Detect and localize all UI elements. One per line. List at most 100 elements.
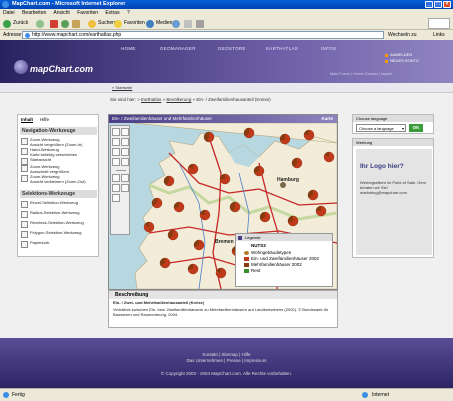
back-button[interactable]: Zurück — [3, 19, 28, 28]
map-title-bar: Ein- / Zweifamilienhäuser und Mehrfamili… — [109, 115, 337, 123]
trash-icon — [21, 241, 28, 248]
language-panel: Choose language Choose a language ▾ OK — [352, 114, 434, 134]
ad-box[interactable]: Ihr Logo hier? Werbegrafiken im Point of… — [356, 149, 432, 255]
refresh-button[interactable] — [61, 19, 69, 28]
legend-swatch-mfh — [244, 262, 249, 267]
map-zoom-in-button[interactable] — [112, 128, 120, 136]
trash-tool[interactable]: Papierkorb — [21, 240, 97, 248]
map-tab-karte[interactable]: Karte — [321, 115, 333, 123]
map-canvas[interactable]: Hamburg Bremen Legende NUTS3 Wohngebäude… — [109, 123, 337, 289]
description-body: Verhältnis zwischen Ein- bzw. Zweifamili… — [113, 307, 329, 317]
map-select-button[interactable] — [112, 174, 120, 182]
legend-icon — [238, 235, 242, 240]
ie-icon — [2, 1, 9, 8]
footer-links-2[interactable]: Das Unternehmen | Presse | Impressum — [0, 358, 453, 363]
mail-button[interactable] — [184, 19, 192, 28]
menu-file[interactable]: Datei — [3, 10, 15, 16]
back-arrow-icon — [3, 19, 11, 28]
search-button[interactable]: Suchen — [88, 19, 115, 28]
sub-navigation: » Startseite — [0, 83, 453, 93]
menu-help[interactable]: ? — [127, 10, 130, 16]
language-label: Choose language — [353, 115, 433, 122]
breadcrumb-bevoelkerung[interactable]: Bevölkerung — [166, 97, 191, 102]
home-breadcrumb-link[interactable]: » Startseite — [112, 85, 132, 90]
radius-selection-tool[interactable]: Radius-Selektion-Werkzeug — [21, 210, 97, 218]
map-radius-button[interactable] — [121, 174, 129, 182]
window-title-bar: MapChart.com - Microsoft Internet Explor… — [0, 0, 453, 9]
nav-infos[interactable]: INFOS — [321, 46, 336, 51]
rectangle-selection-tool[interactable]: Rechteck-Selektion-Werkzeug — [21, 220, 97, 228]
legend-heading: Wohngebäudetypen — [244, 250, 291, 255]
print-button[interactable] — [196, 19, 204, 28]
links-button[interactable]: Links — [433, 30, 445, 40]
mail-icon — [184, 19, 192, 28]
stop-button[interactable] — [50, 19, 58, 28]
map-zoom-out-button[interactable] — [121, 138, 129, 146]
zoom-in-tool[interactable]: Zoom-Werkzeug Ansicht vergrößern (Zoom-In… — [21, 137, 97, 147]
zoom-area-tool[interactable]: Zoom-Werkzeug Ausschnitt vergrößern — [21, 164, 97, 174]
zoom-out-tool[interactable]: Zoom-Werkzeug Ansicht verkleinern (Zoom-O… — [21, 174, 97, 184]
nav-home[interactable]: HOME — [121, 46, 136, 51]
address-input[interactable]: http://www.mapchart.com/earthatlas.php — [22, 31, 384, 39]
top-meta-links[interactable]: Main Forum | Home Contact | Imprint — [330, 72, 392, 76]
nav-earthatlas[interactable]: EARTHATLAS — [266, 46, 298, 51]
ad-panel: Werbung Ihr Logo hier? Werbegrafiken im … — [352, 138, 434, 258]
language-ok-button[interactable]: OK — [409, 124, 423, 132]
forward-button[interactable] — [36, 19, 44, 28]
new-account-link[interactable]: NEUES KONTO — [384, 58, 434, 64]
legend-item-efh: Ein- und Zweifamilienhäuser 2002 — [244, 256, 319, 261]
description-panel: Beschreibung Ein- / Zwei- und Mehrfamili… — [108, 290, 338, 328]
history-button[interactable] — [172, 19, 180, 28]
menu-view[interactable]: Ansicht — [53, 10, 69, 16]
nav-geostore[interactable]: GEOSTORE — [218, 46, 246, 51]
nav-geomanager[interactable]: GEOMANAGER — [160, 46, 196, 51]
page-icon — [25, 33, 30, 38]
ad-label: Werbung — [353, 139, 433, 146]
refresh-icon — [61, 19, 69, 28]
breadcrumb: Sie sind hier: » Earthatlas » Bevölkerun… — [110, 97, 271, 102]
menu-edit[interactable]: Bearbeiten — [22, 10, 46, 16]
menu-favorites[interactable]: Favoriten — [77, 10, 98, 16]
media-icon — [146, 19, 154, 28]
ad-headline: Ihr Logo hier? — [360, 163, 404, 170]
map-polygon-button[interactable] — [121, 184, 129, 192]
radius-icon — [21, 211, 28, 218]
map-trash-button[interactable] — [112, 194, 120, 202]
internet-zone-icon — [362, 392, 368, 398]
tab-hilfe[interactable]: Hilfe — [40, 117, 49, 122]
close-button[interactable]: × — [443, 1, 451, 8]
favorites-button[interactable]: Favoriten — [114, 19, 145, 28]
breadcrumb-earthatlas[interactable]: Earthatlas — [141, 97, 161, 102]
menu-bar: Datei Bearbeiten Ansicht Favoriten Extra… — [0, 9, 453, 17]
star-icon — [114, 19, 122, 28]
site-logo[interactable]: mapChart.com — [30, 64, 93, 74]
map-zoom-area-button[interactable] — [112, 138, 120, 146]
zoom-out-icon — [21, 175, 28, 182]
footer-links-1[interactable]: Kontakt | Sitemap | Hilfe — [0, 352, 453, 357]
map-home-button[interactable] — [112, 148, 120, 156]
map-search-button[interactable] — [112, 158, 120, 166]
history-icon — [172, 19, 180, 28]
home-button[interactable] — [72, 19, 80, 28]
language-select[interactable]: Choose a language ▾ — [356, 124, 406, 132]
map-rect-button[interactable] — [112, 184, 120, 192]
map-info-button[interactable] — [121, 148, 129, 156]
description-heading: Ein- / Zwei- und Mehrfamilienhausanteil … — [113, 300, 205, 305]
start-view-tool[interactable]: Startansicht — [21, 157, 97, 165]
minimize-button[interactable]: _ — [425, 1, 433, 8]
go-button[interactable]: Wechseln zu — [388, 30, 417, 40]
toolbar: Zurück Suchen Favoriten Medien — [0, 17, 453, 30]
tab-inhalt[interactable]: Inhalt — [21, 117, 33, 122]
hand-tool[interactable]: Hand-Werkzeug Karte beliebig verschieben — [21, 147, 97, 157]
polygon-selection-tool[interactable]: Polygon-Selektion-Werkzeug — [21, 230, 97, 238]
map-hand-button[interactable] — [121, 128, 129, 136]
tools-panel: Inhalt Hilfe Navigation-Werkzeuge Zoom-W… — [17, 114, 99, 257]
maximize-button[interactable]: □ — [434, 1, 442, 8]
navigation-tools-title: Navigation-Werkzeuge — [20, 127, 97, 135]
single-selection-tool[interactable]: Einzel-Selektion-Werkzeug — [21, 200, 97, 208]
map-print-button[interactable] — [121, 158, 129, 166]
legend-swatch-efh — [244, 256, 249, 261]
menu-tools[interactable]: Extras — [105, 10, 119, 16]
media-button[interactable]: Medien — [146, 19, 172, 28]
rectangle-icon — [21, 221, 28, 228]
